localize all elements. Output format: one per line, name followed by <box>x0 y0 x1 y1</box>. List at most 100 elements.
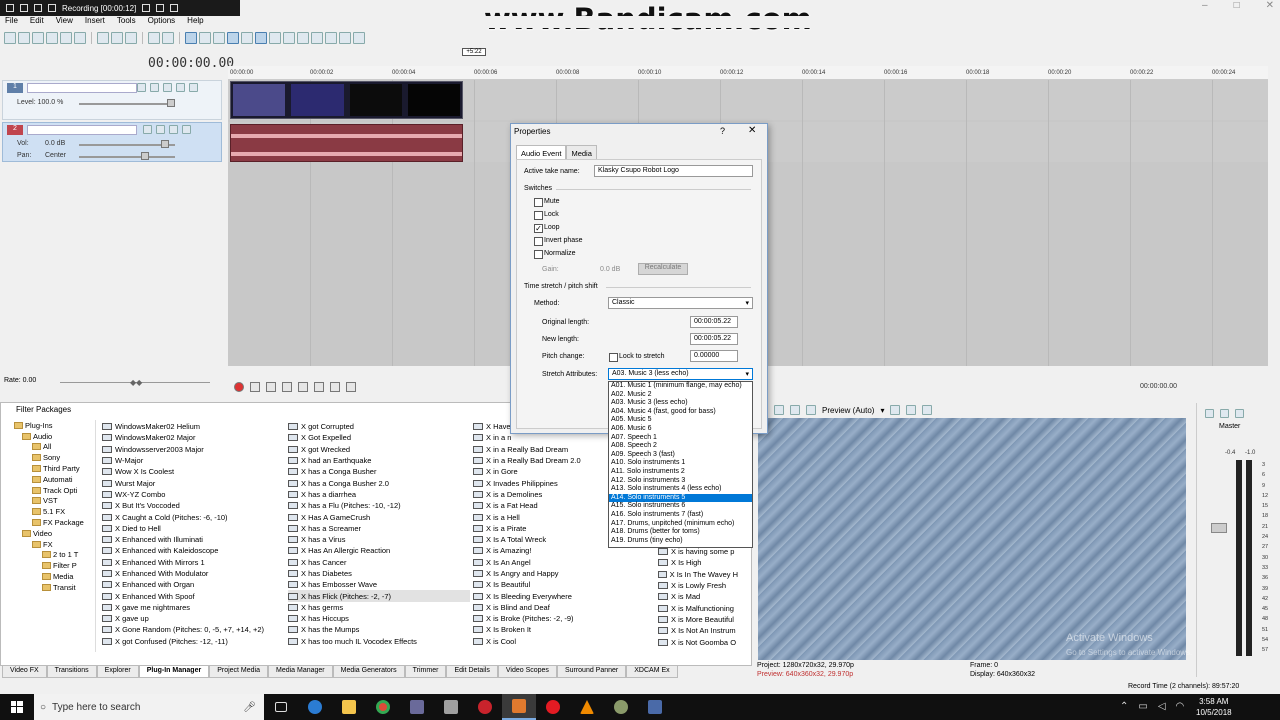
stretch-attribute-option[interactable]: A05. Music 5 <box>609 416 752 425</box>
save-icon[interactable] <box>32 32 44 44</box>
tree-item[interactable]: FX Package <box>12 517 95 528</box>
chevron-up-icon[interactable]: ⌃ <box>1120 701 1128 712</box>
menu-options[interactable]: Options <box>148 16 176 28</box>
tab-explorer[interactable]: Explorer <box>96 666 139 678</box>
network-icon[interactable]: ▭ <box>1138 701 1147 712</box>
plugin-item[interactable]: X Is Beautiful <box>473 579 653 590</box>
pause-icon[interactable] <box>48 4 56 12</box>
app-icon[interactable] <box>400 694 434 720</box>
plugin-item[interactable]: X Has An Allergic Reaction <box>288 545 470 556</box>
motion-icon[interactable] <box>137 83 146 92</box>
plugin-item[interactable]: X has too much IL Vocodex Effects <box>288 636 470 647</box>
new-length-field[interactable]: 00:00:05.22 <box>690 333 738 345</box>
plugin-item[interactable]: X Is High <box>658 557 738 568</box>
stretch-attribute-option[interactable]: A11. Solo instruments 2 <box>609 468 752 477</box>
envelope-tool-icon[interactable] <box>269 32 281 44</box>
track-name-field[interactable] <box>27 83 137 93</box>
plugin-item[interactable]: X Is Bleeding Everywhere <box>473 590 653 601</box>
tree-item[interactable]: Filter P <box>12 560 95 571</box>
stretch-attribute-option[interactable]: A13. Solo instruments 4 (less echo) <box>609 485 752 494</box>
stretch-attribute-option[interactable]: A19. Drums (tiny echo) <box>609 537 752 546</box>
plugin-item[interactable]: X Enhanced With Spoof <box>102 590 284 601</box>
zoom-icon[interactable] <box>34 4 42 12</box>
track-name-field[interactable] <box>27 125 137 135</box>
plugin-item[interactable]: X gave me nightmares <box>102 602 284 613</box>
render-icon[interactable] <box>60 32 72 44</box>
menu-help[interactable]: Help <box>187 16 203 28</box>
tool-icon[interactable] <box>434 694 468 720</box>
mute-checkbox[interactable] <box>534 198 543 207</box>
go-to-start-icon[interactable] <box>330 382 340 392</box>
pause-icon[interactable] <box>298 382 308 392</box>
solo-icon[interactable] <box>182 125 191 134</box>
windows-start-icon[interactable] <box>0 694 34 720</box>
plugin-item[interactable]: X is Blind and Deaf <box>473 602 653 613</box>
stretch-attribute-option[interactable]: A12. Solo instruments 3 <box>609 477 752 486</box>
tree-item[interactable]: Plug-Ins <box>12 420 95 431</box>
zoom-tool-icon[interactable] <box>297 32 309 44</box>
plugin-item[interactable]: X Enhanced with Kaleidoscope <box>102 545 284 556</box>
app-icon[interactable] <box>638 694 672 720</box>
plugin-item[interactable]: X Died to Hell <box>102 523 284 534</box>
loop-icon[interactable] <box>250 382 260 392</box>
tree-item[interactable]: VST <box>12 496 95 507</box>
tab-plugin-manager[interactable]: Plug-In Manager <box>138 666 210 678</box>
plugin-item[interactable]: X got Corrupted <box>288 421 470 432</box>
menu-view[interactable]: View <box>56 16 73 28</box>
plugin-item[interactable]: X is Not Goomba O <box>658 636 738 647</box>
region-icon[interactable] <box>353 32 365 44</box>
plugin-item[interactable]: X Is Not An Instrum <box>658 625 738 636</box>
vegas-pro-icon[interactable] <box>502 694 536 720</box>
plugin-item[interactable]: X is Cool <box>473 636 653 647</box>
plugin-item[interactable]: X has a Flu (Pitches: -10, -12) <box>288 500 470 511</box>
plugin-item[interactable]: X has Flick (Pitches: -2, -7) <box>288 590 470 602</box>
maximize-icon[interactable]: □ <box>1234 0 1240 14</box>
plugin-item[interactable]: X is More Beautiful <box>658 614 738 625</box>
tab-video-scopes[interactable]: Video Scopes <box>497 666 557 678</box>
pencil-icon[interactable] <box>156 4 165 12</box>
tab-xdcam-explorer[interactable]: XDCAM Ex <box>626 666 678 678</box>
master-fader-knob[interactable] <box>1211 523 1227 533</box>
video-track-header[interactable]: 1 Level: 100.0 % <box>2 80 222 120</box>
taskbar-search-box[interactable]: ○ Type here to search 🎤︎ <box>34 694 264 720</box>
stretch-attribute-option[interactable]: A08. Speech 2 <box>609 442 752 451</box>
plugin-item[interactable]: X Enhanced With Modulator <box>102 568 284 579</box>
plugin-item[interactable]: X Caught a Cold (Pitches: -6, -10) <box>102 511 284 522</box>
mute-icon[interactable] <box>169 125 178 134</box>
plugin-item[interactable]: X is Mad <box>658 591 738 602</box>
chevron-down-icon[interactable]: ▾ <box>880 406 884 415</box>
record-icon[interactable] <box>234 382 244 392</box>
chrome-icon[interactable] <box>366 694 400 720</box>
stretch-attribute-option[interactable]: A06. Music 6 <box>609 425 752 434</box>
mute-icon[interactable] <box>176 83 185 92</box>
bandicam-icon[interactable] <box>468 694 502 720</box>
menu-edit[interactable]: Edit <box>30 16 44 28</box>
plugin-item[interactable]: X has the Mumps <box>288 624 470 635</box>
audio-event-clip[interactable] <box>230 124 463 162</box>
plugin-item[interactable]: X Has A GameCrush <box>288 511 470 522</box>
plugin-item[interactable]: X has a Conga Busher 2.0 <box>288 477 470 488</box>
tab-project-media[interactable]: Project Media <box>209 666 268 678</box>
microphone-icon[interactable]: 🎤︎ <box>243 702 256 713</box>
original-length-field[interactable]: 00:00:05.22 <box>690 316 738 328</box>
camera-icon[interactable] <box>142 4 151 12</box>
normalize-checkbox[interactable] <box>534 250 543 259</box>
external-monitor-icon[interactable] <box>790 405 800 415</box>
play-icon[interactable] <box>282 382 292 392</box>
plugin-item[interactable]: X Enhanced With Mirrors 1 <box>102 557 284 568</box>
ignore-grouping-icon[interactable] <box>241 32 253 44</box>
trim-icon[interactable] <box>325 32 337 44</box>
tree-item[interactable]: Sony <box>12 452 95 463</box>
split-icon[interactable] <box>311 32 323 44</box>
level-slider[interactable] <box>79 103 175 105</box>
task-view-icon[interactable] <box>264 694 298 720</box>
tree-item[interactable]: 2 to 1 T <box>12 550 95 561</box>
stretch-attribute-option[interactable]: A18. Drums (better for toms) <box>609 528 752 537</box>
plugin-item[interactable]: X But It's Voccoded <box>102 500 284 511</box>
video-event-clip[interactable] <box>230 81 463 119</box>
stretch-attribute-option[interactable]: A15. Solo instruments 6 <box>609 502 752 511</box>
pan-slider[interactable] <box>79 156 175 158</box>
plugin-item[interactable]: X Enhanced with Illuminati <box>102 534 284 545</box>
taskbar-clock[interactable]: 3:58 AM 10/5/2018 <box>1196 696 1232 718</box>
opera-icon[interactable] <box>536 694 570 720</box>
